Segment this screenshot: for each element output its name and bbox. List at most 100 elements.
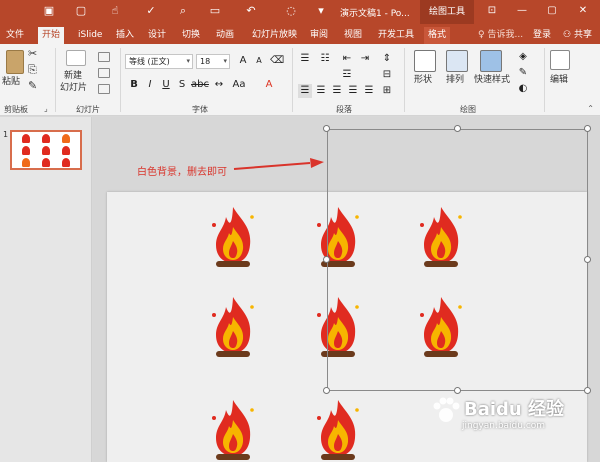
undo-icon[interactable]: ↶ [244, 4, 258, 18]
decrease-indent-icon[interactable]: ⇤ [340, 52, 354, 66]
person-icon: ⚇ [563, 30, 572, 40]
reset-icon[interactable] [98, 68, 110, 78]
align-right-icon[interactable]: ☰ [330, 84, 344, 98]
font-name-combo[interactable]: 等线 (正文) ▾ [125, 54, 193, 69]
new-file-icon[interactable]: ▢ [74, 4, 88, 18]
shape-effects-icon[interactable]: ◐ [516, 82, 530, 96]
print-preview-icon[interactable]: ⌕ [176, 4, 190, 18]
bullets-icon[interactable]: ☰ [298, 52, 312, 66]
dropdown-arrow-icon: ▾ [223, 57, 227, 65]
slide-thumbnail[interactable] [10, 130, 82, 170]
strikethrough-icon[interactable]: abc [191, 78, 209, 92]
touch-mode-icon[interactable]: ☝ [108, 4, 122, 18]
paste-icon[interactable] [6, 50, 24, 74]
line-spacing-icon[interactable]: ☲ [340, 68, 354, 82]
tab-review[interactable]: 审阅 [306, 27, 332, 44]
resize-handle[interactable] [323, 387, 330, 394]
maximize-icon[interactable]: ▢ [545, 4, 559, 18]
align-left-icon[interactable]: ☰ [298, 84, 312, 98]
tell-me-box[interactable]: ♀ 告诉我... [478, 27, 523, 40]
redo-icon[interactable]: ◌ [284, 4, 298, 18]
campfire-icon[interactable] [210, 398, 256, 462]
align-center-icon[interactable]: ☰ [314, 84, 328, 98]
shapes-icon[interactable] [414, 50, 436, 72]
minimize-icon[interactable]: — [515, 4, 529, 18]
justify-icon[interactable]: ☰ [346, 84, 360, 98]
cut-icon[interactable]: ✂ [28, 48, 37, 60]
copy-icon[interactable]: ⎘ [28, 64, 37, 76]
font-size-value: 18 [200, 57, 211, 66]
bold-icon[interactable]: B [127, 78, 141, 92]
align-text-icon[interactable]: ⊟ [380, 68, 394, 82]
tab-islide[interactable]: iSlide [74, 27, 106, 44]
font-name-value: 等线 (正文) [129, 57, 170, 66]
group-font-label: 字体 [192, 105, 208, 114]
tab-format[interactable]: 格式 [424, 27, 451, 44]
collapse-ribbon-icon[interactable]: ⌃ [587, 104, 594, 113]
title-bar: ▣ ▢ ☝ ✓ ⌕ ▭ ↶ ◌ ▾ 演示文稿1 - Po... 绘图工具 ⊡ —… [0, 0, 600, 24]
flame-mini-icon [42, 146, 50, 155]
format-painter-icon[interactable]: ✎ [28, 80, 37, 92]
slideshow-icon[interactable]: ▭ [208, 4, 222, 18]
font-size-combo[interactable]: 18 ▾ [196, 54, 230, 69]
quick-styles-label: 快速样式 [474, 75, 511, 85]
resize-handle[interactable] [323, 125, 330, 132]
tab-design[interactable]: 设计 [144, 27, 170, 44]
tab-insert[interactable]: 插入 [112, 27, 138, 44]
ribbon-divider [120, 48, 121, 112]
spell-check-icon[interactable]: ✓ [144, 4, 158, 18]
new-slide-icon[interactable] [66, 50, 86, 66]
quick-styles-icon[interactable] [480, 50, 502, 72]
arrange-icon[interactable] [446, 50, 468, 72]
shape-outline-icon[interactable]: ✎ [516, 66, 530, 80]
grow-font-icon[interactable]: A [236, 54, 250, 68]
close-icon[interactable]: ✕ [576, 4, 590, 18]
resize-handle[interactable] [584, 125, 591, 132]
campfire-icon[interactable] [315, 398, 361, 462]
selection-box[interactable] [327, 129, 588, 391]
campfire-icon[interactable] [210, 295, 256, 361]
increase-indent-icon[interactable]: ⇥ [358, 52, 372, 66]
layout-icon[interactable] [98, 52, 110, 62]
tab-transitions[interactable]: 切换 [178, 27, 204, 44]
shrink-font-icon[interactable]: A [252, 54, 266, 68]
tab-developer[interactable]: 开发工具 [374, 27, 418, 44]
underline-icon[interactable]: U [159, 78, 173, 92]
slide-number: 1 [3, 130, 9, 139]
tab-home[interactable]: 开始 [38, 27, 65, 44]
smartart-icon[interactable]: ⊞ [380, 84, 394, 98]
resize-handle[interactable] [584, 256, 591, 263]
save-icon[interactable]: ▣ [42, 4, 56, 18]
resize-handle[interactable] [454, 387, 461, 394]
new-slide-label-1: 新建 [64, 71, 83, 81]
section-icon[interactable] [98, 84, 110, 94]
tab-animations[interactable]: 动画 [212, 27, 238, 44]
shadow-icon[interactable]: S [175, 78, 189, 92]
shape-fill-icon[interactable]: ◈ [516, 50, 530, 64]
group-clipboard-label: 剪贴板 [4, 105, 28, 114]
italic-icon[interactable]: I [143, 78, 157, 92]
campfire-icon[interactable] [210, 205, 256, 271]
distribute-icon[interactable]: ☰ [362, 84, 376, 98]
numbering-icon[interactable]: ☷ [318, 52, 332, 66]
change-case-icon[interactable]: Aa [232, 78, 246, 92]
tab-file[interactable]: 文件 [2, 27, 28, 44]
resize-handle[interactable] [584, 387, 591, 394]
char-spacing-icon[interactable]: ↔ [212, 78, 226, 92]
resize-handle[interactable] [323, 256, 330, 263]
customize-toolbar-icon[interactable]: ▾ [314, 4, 328, 18]
clear-format-icon[interactable]: ⌫ [270, 54, 284, 68]
tab-slideshow[interactable]: 幻灯片放映 [248, 27, 301, 44]
signin-link[interactable]: 登录 [533, 27, 551, 40]
annotation-text: 白色背景，删去即可 [137, 167, 227, 178]
find-icon[interactable] [550, 50, 570, 70]
clipboard-launcher-icon[interactable]: ⌟ [44, 104, 48, 113]
resize-handle[interactable] [454, 125, 461, 132]
ribbon-divider [55, 48, 56, 112]
share-button[interactable]: ⚇ 共享 [563, 27, 592, 40]
text-direction-icon[interactable]: ⇕ [380, 52, 394, 66]
ribbon-display-icon[interactable]: ⊡ [485, 4, 499, 18]
flame-mini-icon [62, 158, 70, 167]
font-color-icon[interactable]: A [262, 78, 276, 92]
tab-view[interactable]: 视图 [340, 27, 366, 44]
